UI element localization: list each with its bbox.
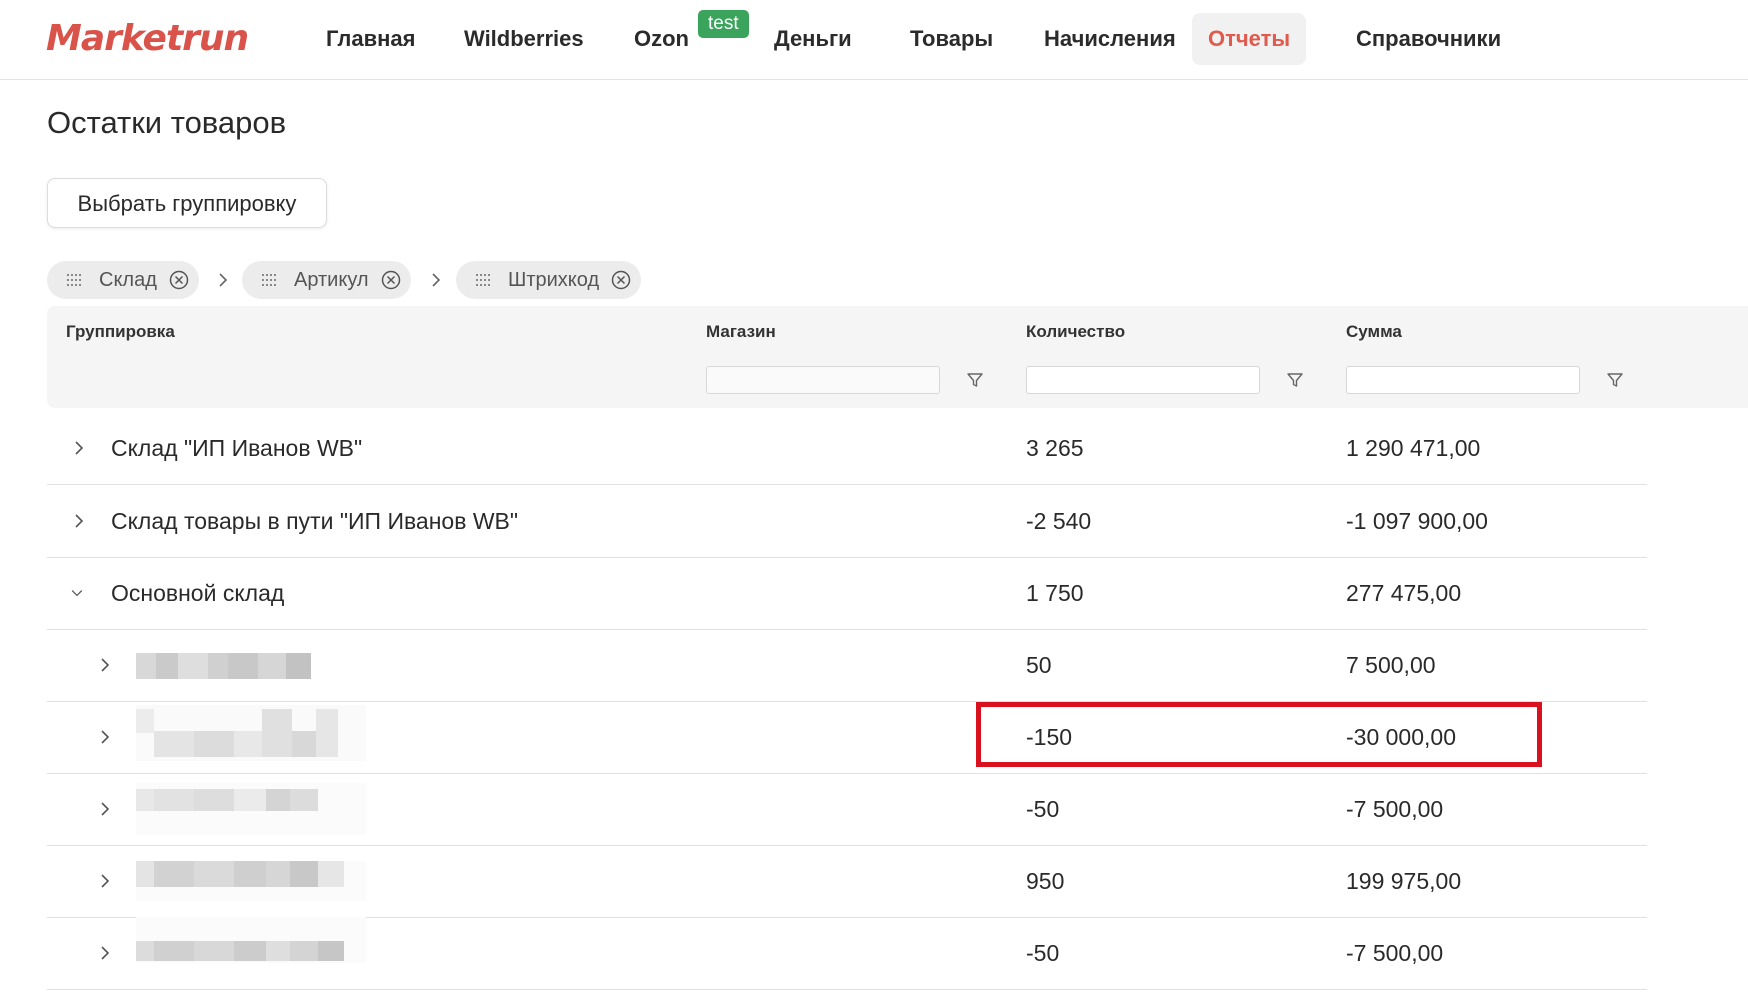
nav-item-main[interactable]: Главная	[310, 13, 431, 65]
chip-label: Штрихкод	[508, 268, 600, 291]
chevron-down-icon[interactable]	[69, 583, 85, 603]
sum-filter-input[interactable]	[1346, 366, 1580, 394]
chevron-right-icon[interactable]	[97, 655, 113, 675]
row-quantity: 50	[1026, 652, 1052, 678]
drag-handle-icon[interactable]	[67, 273, 83, 287]
table-header: Группировка Магазин Количество Сумма	[47, 306, 1748, 408]
top-navigation-bar: Marketrun Главная Wildberries Ozon Деньг…	[0, 0, 1748, 80]
grouping-chip-article[interactable]: Артикул	[242, 261, 411, 299]
redacted-product-name	[136, 653, 311, 679]
remove-chip-icon[interactable]	[169, 270, 189, 290]
page-title: Остатки товаров	[47, 105, 287, 140]
redacted-product-name	[136, 783, 366, 835]
marketrun-logo[interactable]: Marketrun	[46, 14, 249, 64]
nav-item-money[interactable]: Деньги	[758, 13, 868, 65]
chevron-right-icon	[219, 273, 228, 287]
logo-text: arketrun	[80, 18, 249, 59]
column-header-grouping[interactable]: Группировка	[66, 322, 175, 342]
row-name: Склад "ИП Иванов WB"	[111, 435, 363, 461]
chip-label: Артикул	[294, 268, 369, 291]
row-quantity: -50	[1026, 940, 1060, 966]
row-name: Основной склад	[111, 580, 285, 606]
nav-item-products[interactable]: Товары	[894, 13, 1009, 65]
table-row[interactable]: Основной склад 1 750 277 475,00	[47, 557, 1647, 630]
redacted-product-name	[136, 705, 366, 761]
nav-item-ozon[interactable]: Ozon	[618, 13, 705, 65]
quantity-filter-input[interactable]	[1026, 366, 1260, 394]
nav-item-wildberries[interactable]: Wildberries	[448, 13, 600, 65]
column-header-sum[interactable]: Сумма	[1346, 322, 1402, 342]
chevron-right-icon[interactable]	[97, 727, 113, 747]
chevron-right-icon[interactable]	[97, 799, 113, 819]
row-quantity: 3 265	[1026, 435, 1084, 461]
remove-chip-icon[interactable]	[611, 270, 631, 290]
drag-handle-icon[interactable]	[476, 273, 492, 287]
logo-m: M	[46, 18, 82, 59]
highlight-box	[976, 702, 1542, 767]
chevron-right-icon[interactable]	[71, 511, 87, 531]
table-row[interactable]: 50 7 500,00	[47, 629, 1647, 702]
row-name: Склад товары в пути "ИП Иванов WB"	[111, 508, 519, 534]
grouping-chip-barcode[interactable]: Штрихкод	[456, 261, 642, 299]
table-row[interactable]: -50 -7 500,00	[47, 917, 1647, 990]
row-sum: 199 975,00	[1346, 868, 1462, 894]
drag-handle-icon[interactable]	[262, 273, 278, 287]
column-header-store[interactable]: Магазин	[706, 322, 776, 342]
grouping-chip-warehouse[interactable]: Склад	[47, 261, 199, 299]
row-sum: -7 500,00	[1346, 940, 1444, 966]
column-header-quantity[interactable]: Количество	[1026, 322, 1125, 342]
table-row[interactable]: 950 199 975,00	[47, 845, 1647, 918]
chevron-right-icon[interactable]	[97, 871, 113, 891]
chevron-right-icon[interactable]	[71, 438, 87, 458]
row-quantity: -2 540	[1026, 508, 1092, 534]
nav-item-reports[interactable]: Отчеты	[1192, 13, 1307, 65]
row-sum: 1 290 471,00	[1346, 435, 1481, 461]
row-quantity: -50	[1026, 796, 1060, 822]
row-sum: 277 475,00	[1346, 580, 1462, 606]
table-row[interactable]: Склад товары в пути "ИП Иванов WB" -2 54…	[47, 485, 1647, 558]
row-sum: 7 500,00	[1346, 652, 1436, 678]
redacted-product-name	[136, 861, 366, 901]
ozon-test-badge: test	[698, 10, 749, 38]
nav-item-references[interactable]: Справочники	[1340, 13, 1517, 65]
row-sum: -1 097 900,00	[1346, 508, 1488, 534]
row-quantity: 950	[1026, 868, 1065, 894]
nav-item-accruals[interactable]: Начисления	[1028, 13, 1192, 65]
chip-label: Склад	[99, 268, 157, 291]
remove-chip-icon[interactable]	[381, 270, 401, 290]
chevron-right-icon	[432, 273, 441, 287]
filter-icon[interactable]	[966, 371, 984, 389]
store-filter-input[interactable]	[706, 366, 940, 394]
table-row[interactable]: -50 -7 500,00	[47, 773, 1647, 846]
row-quantity: 1 750	[1026, 580, 1084, 606]
filter-icon[interactable]	[1606, 371, 1624, 389]
chevron-right-icon[interactable]	[97, 943, 113, 963]
table-row[interactable]: Склад "ИП Иванов WB" 3 265 1 290 471,00	[47, 412, 1647, 485]
filter-icon[interactable]	[1286, 371, 1304, 389]
select-grouping-button[interactable]: Выбрать группировку	[47, 178, 327, 228]
redacted-product-name	[136, 917, 366, 963]
row-sum: -7 500,00	[1346, 796, 1444, 822]
